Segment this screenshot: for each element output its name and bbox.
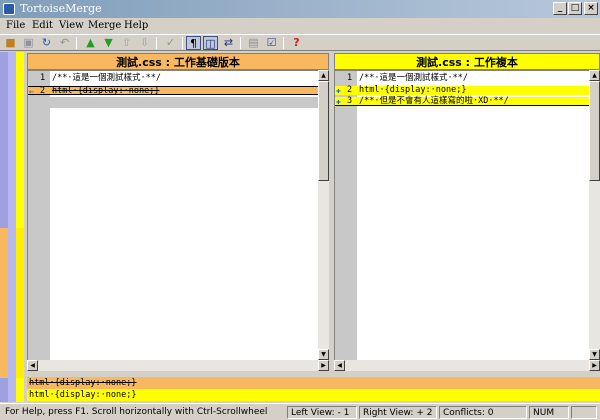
- scroll-left-button[interactable]: ◀: [27, 360, 38, 371]
- scroll-down-button[interactable]: ▼: [318, 349, 329, 360]
- status-right-view: Right View: + 2: [359, 406, 437, 419]
- locator-diff-block-right: [16, 228, 24, 378]
- scroll-down-button[interactable]: ▼: [589, 349, 600, 360]
- scroll-up-button[interactable]: ▲: [589, 70, 600, 81]
- scroll-thumb[interactable]: [589, 81, 600, 181]
- replace-arrow-icon: ←: [29, 87, 34, 96]
- line-text: html·{display:·none;}: [52, 86, 160, 96]
- scroll-thumb[interactable]: [318, 81, 329, 181]
- line-number: 3: [347, 96, 353, 106]
- locator-diff-block-left: [0, 228, 8, 378]
- left-gutter: [28, 71, 50, 361]
- bottom-view-line-added[interactable]: html·{display:·none;}: [27, 389, 600, 401]
- window-title: TortoiseMerge: [20, 2, 102, 15]
- line-text: html·{display:·none;}: [359, 85, 467, 95]
- menu-edit[interactable]: Edit: [32, 20, 53, 31]
- menu-file[interactable]: File: [6, 20, 25, 31]
- maximize-button[interactable]: □: [568, 2, 582, 15]
- left-horizontal-scrollbar[interactable]: ◀ ▶: [27, 360, 329, 371]
- right-line-3-added[interactable]: ✚ 3 /**·但是不會有人這樣寫的啦·XD·**/: [335, 97, 590, 106]
- left-line-1[interactable]: 1 /**·這是一個測試樣式·**/: [28, 74, 319, 83]
- line-number: 1: [347, 73, 353, 83]
- menu-help[interactable]: Help: [124, 20, 148, 31]
- scroll-up-button[interactable]: ▲: [318, 70, 329, 81]
- reload-icon[interactable]: ↻: [39, 36, 54, 50]
- two-pane-view-icon[interactable]: ◫: [203, 36, 218, 50]
- status-bar: For Help, press F1. Scroll horizontally …: [0, 403, 600, 420]
- line-number: 2: [347, 85, 353, 95]
- status-extra: [571, 406, 597, 419]
- app-icon: [3, 3, 15, 15]
- toolbar-separator: [240, 37, 241, 49]
- line-text: /**·這是一個測試樣式·**/: [359, 73, 468, 83]
- menu-bar: File Edit View Merge Help: [0, 18, 600, 34]
- menu-merge[interactable]: Merge: [88, 20, 121, 31]
- right-gutter: [335, 71, 357, 361]
- left-pane[interactable]: 1 /**·這是一個測試樣式·**/ ← 2 html·{display:·no…: [27, 70, 319, 361]
- line-number: 2: [40, 86, 46, 96]
- left-line-empty-placeholder: [28, 97, 319, 108]
- scroll-left-button[interactable]: ◀: [334, 360, 345, 371]
- left-vertical-scrollbar[interactable]: ▲ ▼: [318, 70, 329, 360]
- left-pane-header: 測試.css : 工作基礎版本: [27, 53, 329, 70]
- right-vertical-scrollbar[interactable]: ▲ ▼: [589, 70, 600, 360]
- switch-view-icon[interactable]: ⇄: [221, 36, 236, 50]
- next-diff-icon[interactable]: ▼: [101, 36, 116, 50]
- right-line-1[interactable]: 1 /**·這是一個測試樣式·**/: [335, 74, 590, 83]
- undo-icon[interactable]: ↶: [57, 36, 72, 50]
- status-help-text: For Help, press F1. Scroll horizontally …: [5, 407, 268, 417]
- line-text: /**·這是一個測試樣式·**/: [52, 73, 161, 83]
- whitespace-icon[interactable]: ¶: [186, 36, 201, 50]
- right-pane-header: 測試.css : 工作複本: [334, 53, 600, 70]
- minimize-button[interactable]: _: [553, 2, 567, 15]
- added-icon: ✚: [336, 97, 341, 106]
- scroll-right-button[interactable]: ▶: [589, 360, 600, 371]
- settings-icon[interactable]: ☑: [264, 36, 279, 50]
- prev-conflict-icon[interactable]: ⇧: [119, 36, 134, 50]
- toolbar-separator: [182, 37, 183, 49]
- left-line-2-removed[interactable]: ← 2 html·{display:·none;}: [28, 86, 319, 96]
- close-button[interactable]: ×: [584, 2, 598, 15]
- added-icon: ✚: [336, 86, 341, 95]
- right-line-2-added[interactable]: ✚ 2 html·{display:·none;}: [335, 86, 590, 95]
- open-icon[interactable]: ■: [3, 36, 18, 50]
- right-horizontal-scrollbar[interactable]: ◀ ▶: [334, 360, 600, 371]
- mark-resolved-icon[interactable]: ✓: [163, 36, 178, 50]
- save-icon[interactable]: ▣: [21, 36, 36, 50]
- prev-diff-icon[interactable]: ▲: [83, 36, 98, 50]
- toolbar-separator: [283, 37, 284, 49]
- status-conflicts: Conflicts: 0: [439, 406, 527, 419]
- line-number: 1: [40, 73, 46, 83]
- locator-bar-middle[interactable]: [8, 52, 16, 402]
- toolbar: ■ ▣ ↻ ↶ ▲ ▼ ⇧ ⇩ ✓ ¶ ◫ ⇄ ▤ ☑ ?: [0, 34, 600, 51]
- bottom-view-line-removed[interactable]: html·{display:·none;}: [27, 377, 600, 389]
- line-text: /**·但是不會有人這樣寫的啦·XD·**/: [359, 96, 509, 106]
- status-num-lock: NUM: [529, 406, 569, 419]
- toolbar-separator: [156, 37, 157, 49]
- scroll-right-button[interactable]: ▶: [318, 360, 329, 371]
- toolbar-separator: [76, 37, 77, 49]
- status-left-view: Left View: - 1: [287, 406, 357, 419]
- menu-view[interactable]: View: [59, 20, 84, 31]
- title-bar[interactable]: TortoiseMerge _ □ ×: [0, 0, 600, 18]
- help-icon[interactable]: ?: [289, 36, 304, 50]
- right-pane[interactable]: 1 /**·這是一個測試樣式·**/ ✚ 2 html·{display:·no…: [334, 70, 590, 361]
- patch-icon[interactable]: ▤: [246, 36, 261, 50]
- next-conflict-icon[interactable]: ⇩: [137, 36, 152, 50]
